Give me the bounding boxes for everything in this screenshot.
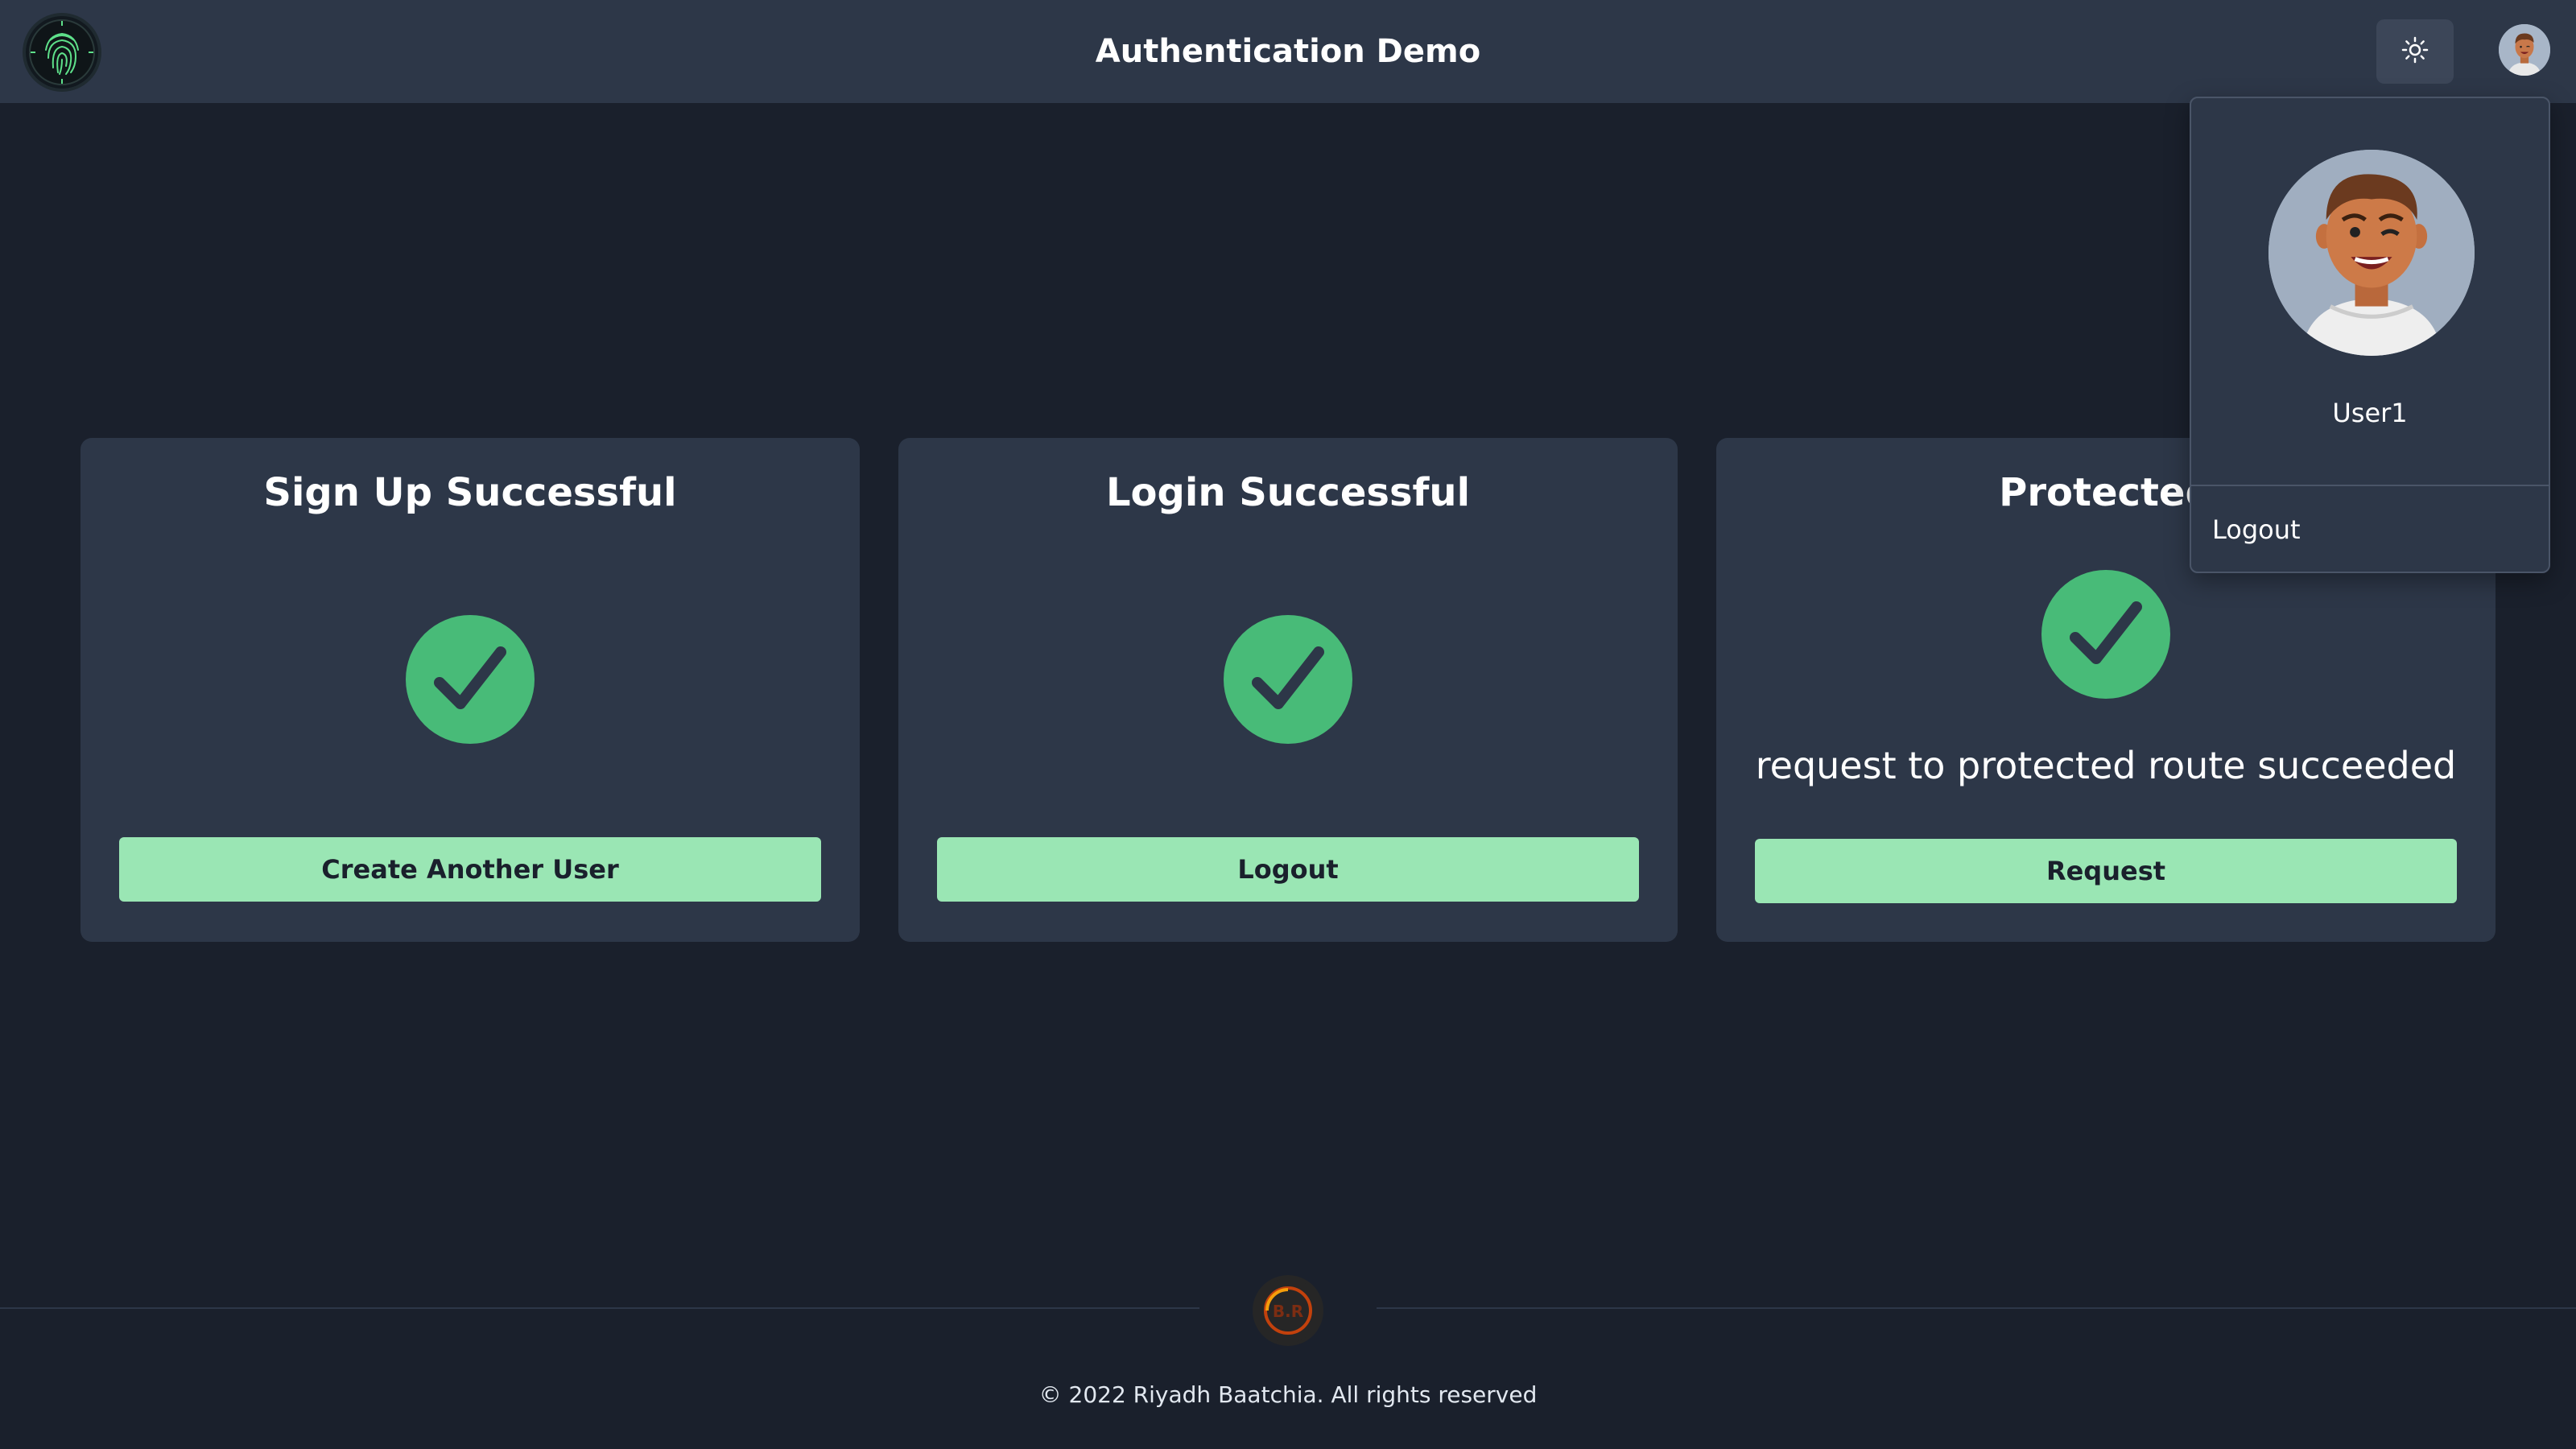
signup-success-card: Sign Up Successful Create Another User (80, 438, 860, 942)
top-navbar: Authentication Demo (0, 0, 2576, 103)
check-circle-icon (2041, 570, 2170, 699)
check-circle-icon (1224, 615, 1352, 744)
avatar (2268, 150, 2475, 356)
user-avatar-button[interactable] (2499, 24, 2550, 76)
request-button[interactable]: Request (1755, 839, 2457, 903)
footer-logo-text: B.R (1273, 1302, 1303, 1321)
app-title: Authentication Demo (1095, 33, 1481, 70)
fingerprint-logo-icon[interactable] (26, 16, 98, 89)
card-title: Login Successful (1105, 470, 1471, 515)
copyright-text: © 2022 Riyadh Baatchia. All rights reser… (1038, 1381, 1538, 1408)
divider (2191, 485, 2549, 486)
logout-button[interactable]: Logout (937, 837, 1639, 902)
sun-icon (2401, 36, 2429, 67)
card-title: Sign Up Successful (263, 470, 677, 515)
footer-divider-left (0, 1307, 1199, 1309)
login-success-card: Login Successful Logout (898, 438, 1678, 942)
dropdown-username: User1 (2332, 398, 2408, 428)
footer-brand-logo-icon[interactable]: B.R (1253, 1275, 1323, 1346)
avatar (2499, 24, 2550, 76)
theme-toggle-button[interactable] (2376, 19, 2454, 84)
user-dropdown-menu: User1 Logout (2190, 97, 2550, 573)
footer-divider-right (1377, 1307, 2576, 1309)
check-circle-icon (406, 615, 535, 744)
request-result-message: request to protected route succeeded (1755, 744, 2457, 787)
create-another-user-button[interactable]: Create Another User (119, 837, 821, 902)
dropdown-logout-item[interactable]: Logout (2191, 488, 2549, 572)
